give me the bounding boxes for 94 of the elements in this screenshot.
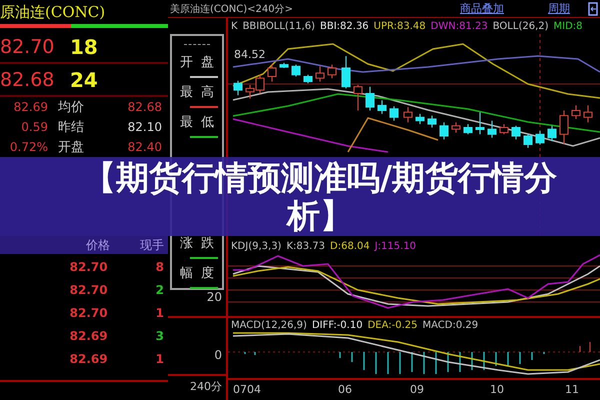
candlestick: [292, 64, 300, 77]
indicator-value: MID:8: [554, 20, 583, 32]
candlestick: [268, 63, 276, 82]
candlestick: [512, 125, 520, 140]
indicator-value: DWN:81.23: [430, 20, 488, 32]
candlestick: [280, 62, 288, 68]
stat-label: 均价: [58, 100, 85, 114]
indicator-value: MACD(12,26,9): [231, 320, 307, 330]
candlestick: [328, 64, 336, 79]
column-header: 现手: [140, 236, 164, 254]
stat-figure: 0.59: [20, 120, 48, 134]
indicator-value: K:83.73: [286, 240, 326, 252]
menu-item[interactable]: 低: [201, 115, 214, 130]
candlestick: [354, 84, 362, 111]
tick-price: 82.69: [70, 352, 108, 366]
axis-label: 11: [565, 383, 579, 396]
candlestick: [560, 110, 568, 145]
candlestick: [452, 122, 460, 134]
candlestick: [572, 104, 580, 120]
period-label: 240分: [190, 379, 223, 394]
stat-value: 82.68: [126, 100, 162, 114]
chart-title: 美原油连(CONC)<240分>: [170, 2, 294, 16]
candlestick: [488, 120, 496, 138]
candlestick: [378, 100, 386, 114]
indicator-value: MACD:0.29: [422, 320, 478, 330]
candlestick: [390, 106, 398, 122]
stat-value: 82.10: [126, 120, 162, 134]
tick-volume: 1: [156, 306, 164, 320]
stat-label: 开盘: [58, 140, 85, 154]
axis-label: 09: [410, 383, 424, 396]
axis-label: 0704: [233, 383, 261, 396]
instrument-title: 原油连(CONC): [0, 2, 106, 23]
stat-figure: 0.72%: [8, 140, 48, 154]
indicator-value: UPR:83.48: [374, 20, 426, 32]
menu-item[interactable]: 开: [180, 55, 193, 70]
quote-price: 82.68: [0, 68, 56, 90]
indicator-value: KDJ(9,3,3): [231, 240, 282, 252]
menu-item[interactable]: 最: [180, 115, 193, 130]
stat-label: 昨结: [58, 120, 85, 134]
candlestick: [464, 124, 472, 135]
tick-volume: 8: [156, 260, 164, 274]
tick-price: 82.70: [70, 306, 108, 320]
indicator-value: DIFF:-0.10: [312, 320, 363, 330]
quote-volume: 24: [70, 68, 98, 92]
tick-price: 82.70: [70, 260, 108, 274]
indicator-value: BBIBOLL(11,6): [242, 20, 315, 32]
menu-item[interactable]: 涨: [180, 236, 193, 251]
candlestick: [256, 74, 264, 94]
menu-item[interactable]: 最: [180, 85, 193, 100]
candlestick: [316, 66, 324, 82]
tick-volume: 1: [156, 352, 164, 366]
column-header: 价格: [86, 236, 110, 254]
indicator-value: DEA:-0.25: [368, 320, 418, 330]
indicator-value: BOLL(26,2): [492, 20, 549, 32]
indicator-value: BBI:82.36: [320, 20, 369, 32]
candlestick: [524, 134, 532, 148]
candlestick: [536, 130, 544, 145]
menu-item[interactable]: 盘: [201, 55, 214, 70]
toolbar-link[interactable]: 周期: [548, 1, 570, 16]
quote-price: 82.70: [0, 36, 56, 58]
candlestick: [428, 115, 436, 128]
tick-volume: 3: [156, 328, 164, 342]
axis-label: 06: [338, 383, 352, 396]
axis-value: 0: [214, 348, 223, 362]
banner-title: 【期货行情预测准吗/期货行情分析】: [82, 158, 558, 234]
candlestick: [404, 106, 412, 123]
axis-label: 10: [490, 383, 504, 396]
indicator-value: K: [231, 20, 238, 32]
toolbar-link[interactable]: 商品叠加: [460, 1, 504, 16]
menu-item[interactable]: 幅: [180, 266, 193, 281]
price-label: 84.52: [234, 48, 266, 61]
stat-value: 82.40: [126, 140, 162, 154]
menu-item[interactable]: 高: [201, 85, 214, 100]
candlestick: [234, 80, 242, 96]
candlestick: [304, 74, 312, 84]
menu-item[interactable]: 跌: [201, 236, 214, 251]
candlestick: [584, 104, 592, 123]
menu-item[interactable]: 度: [201, 266, 214, 281]
tick-volume: 2: [156, 282, 164, 296]
quote-volume: 18: [70, 34, 98, 58]
indicator-value: D:68.04: [330, 240, 370, 252]
indicator-value: J:115.10: [374, 240, 416, 252]
candlestick: [476, 112, 484, 135]
candlestick: [246, 84, 254, 100]
tick-price: 82.70: [70, 282, 108, 296]
candlestick: [366, 86, 374, 111]
axis-value: 20: [206, 290, 223, 304]
candlestick: [548, 125, 556, 142]
stat-figure: 82.69: [12, 100, 48, 114]
tick-price: 82.69: [70, 328, 108, 342]
candlestick: [416, 113, 424, 125]
candlestick: [500, 124, 508, 135]
candlestick: [342, 56, 350, 89]
candlestick: [440, 122, 448, 140]
